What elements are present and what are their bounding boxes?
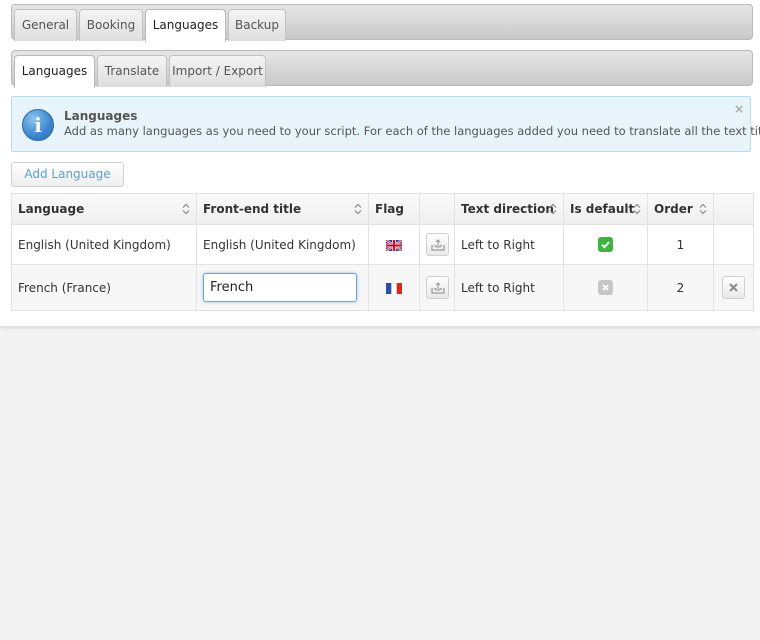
notice-text: Add as many languages as you need to you… [64,124,760,138]
uk-flag-icon [386,239,402,251]
column-header-language[interactable]: Language [11,193,197,225]
column-header-flag-action [419,193,455,225]
flag-action-cell [419,224,455,265]
order-cell: 2 [647,264,714,311]
add-language-button[interactable]: Add Language [11,162,124,187]
sort-icon [549,203,557,215]
main-tab-bar: General Booking Languages Backup [11,4,753,42]
sort-icon [354,203,362,215]
sort-icon [699,203,707,215]
language-cell: French (France) [11,264,197,311]
sort-icon [182,203,190,215]
language-cell: English (United Kingdom) [11,224,197,265]
info-notice: i Languages Add as many languages as you… [11,96,760,152]
column-header-actions [713,193,754,225]
column-header-order[interactable]: Order [647,193,714,225]
is-default-cell [563,264,648,311]
column-header-front-end-title[interactable]: Front-end title [196,193,369,225]
upload-icon [431,239,445,251]
flag-cell [368,264,420,311]
tab-backup[interactable]: Backup [228,9,286,41]
column-header-flag: Flag [368,193,420,225]
sub-tab-bar: Languages Translate Import / Export [11,50,753,88]
flag-action-cell [419,264,455,311]
tab-booking[interactable]: Booking [79,9,143,41]
subtab-translate[interactable]: Translate [97,55,167,87]
text-direction-cell: Left to Right [454,264,564,311]
upload-flag-button[interactable] [426,233,449,256]
not-default-x-icon[interactable] [598,280,613,295]
delete-button[interactable] [722,276,745,299]
flag-cell [368,224,420,265]
info-icon: i [22,109,54,141]
default-check-icon[interactable] [598,237,613,252]
table-header-row: Language Front-end title Flag Text direc… [11,193,754,225]
order-cell: 1 [647,224,714,265]
content-panel: General Booking Languages Backup Languag… [0,0,760,327]
is-default-cell [563,224,648,265]
upload-icon [431,282,445,294]
column-header-text-direction[interactable]: Text direction [454,193,564,225]
upload-flag-button[interactable] [426,276,449,299]
languages-table: Language Front-end title Flag Text direc… [11,193,754,311]
actions-cell [713,224,754,265]
table-row: French (France) French Left to Right 2 [11,264,754,311]
subtab-languages[interactable]: Languages [14,55,95,88]
front-end-title-cell[interactable]: English (United Kingdom) [196,224,369,265]
close-icon[interactable]: × [734,102,744,116]
tab-general[interactable]: General [14,9,77,41]
column-header-is-default[interactable]: Is default [563,193,648,225]
text-direction-cell: Left to Right [454,224,564,265]
notice-title: Languages [64,109,138,123]
sort-icon [633,203,641,215]
table-row: English (United Kingdom) English (United… [11,224,754,265]
actions-cell [713,264,754,311]
subtab-import-export[interactable]: Import / Export [169,55,266,87]
delete-icon [729,283,738,292]
front-end-title-cell [196,264,369,311]
front-end-title-input[interactable] [203,273,357,302]
france-flag-icon [386,282,402,294]
tab-languages[interactable]: Languages [145,9,226,42]
